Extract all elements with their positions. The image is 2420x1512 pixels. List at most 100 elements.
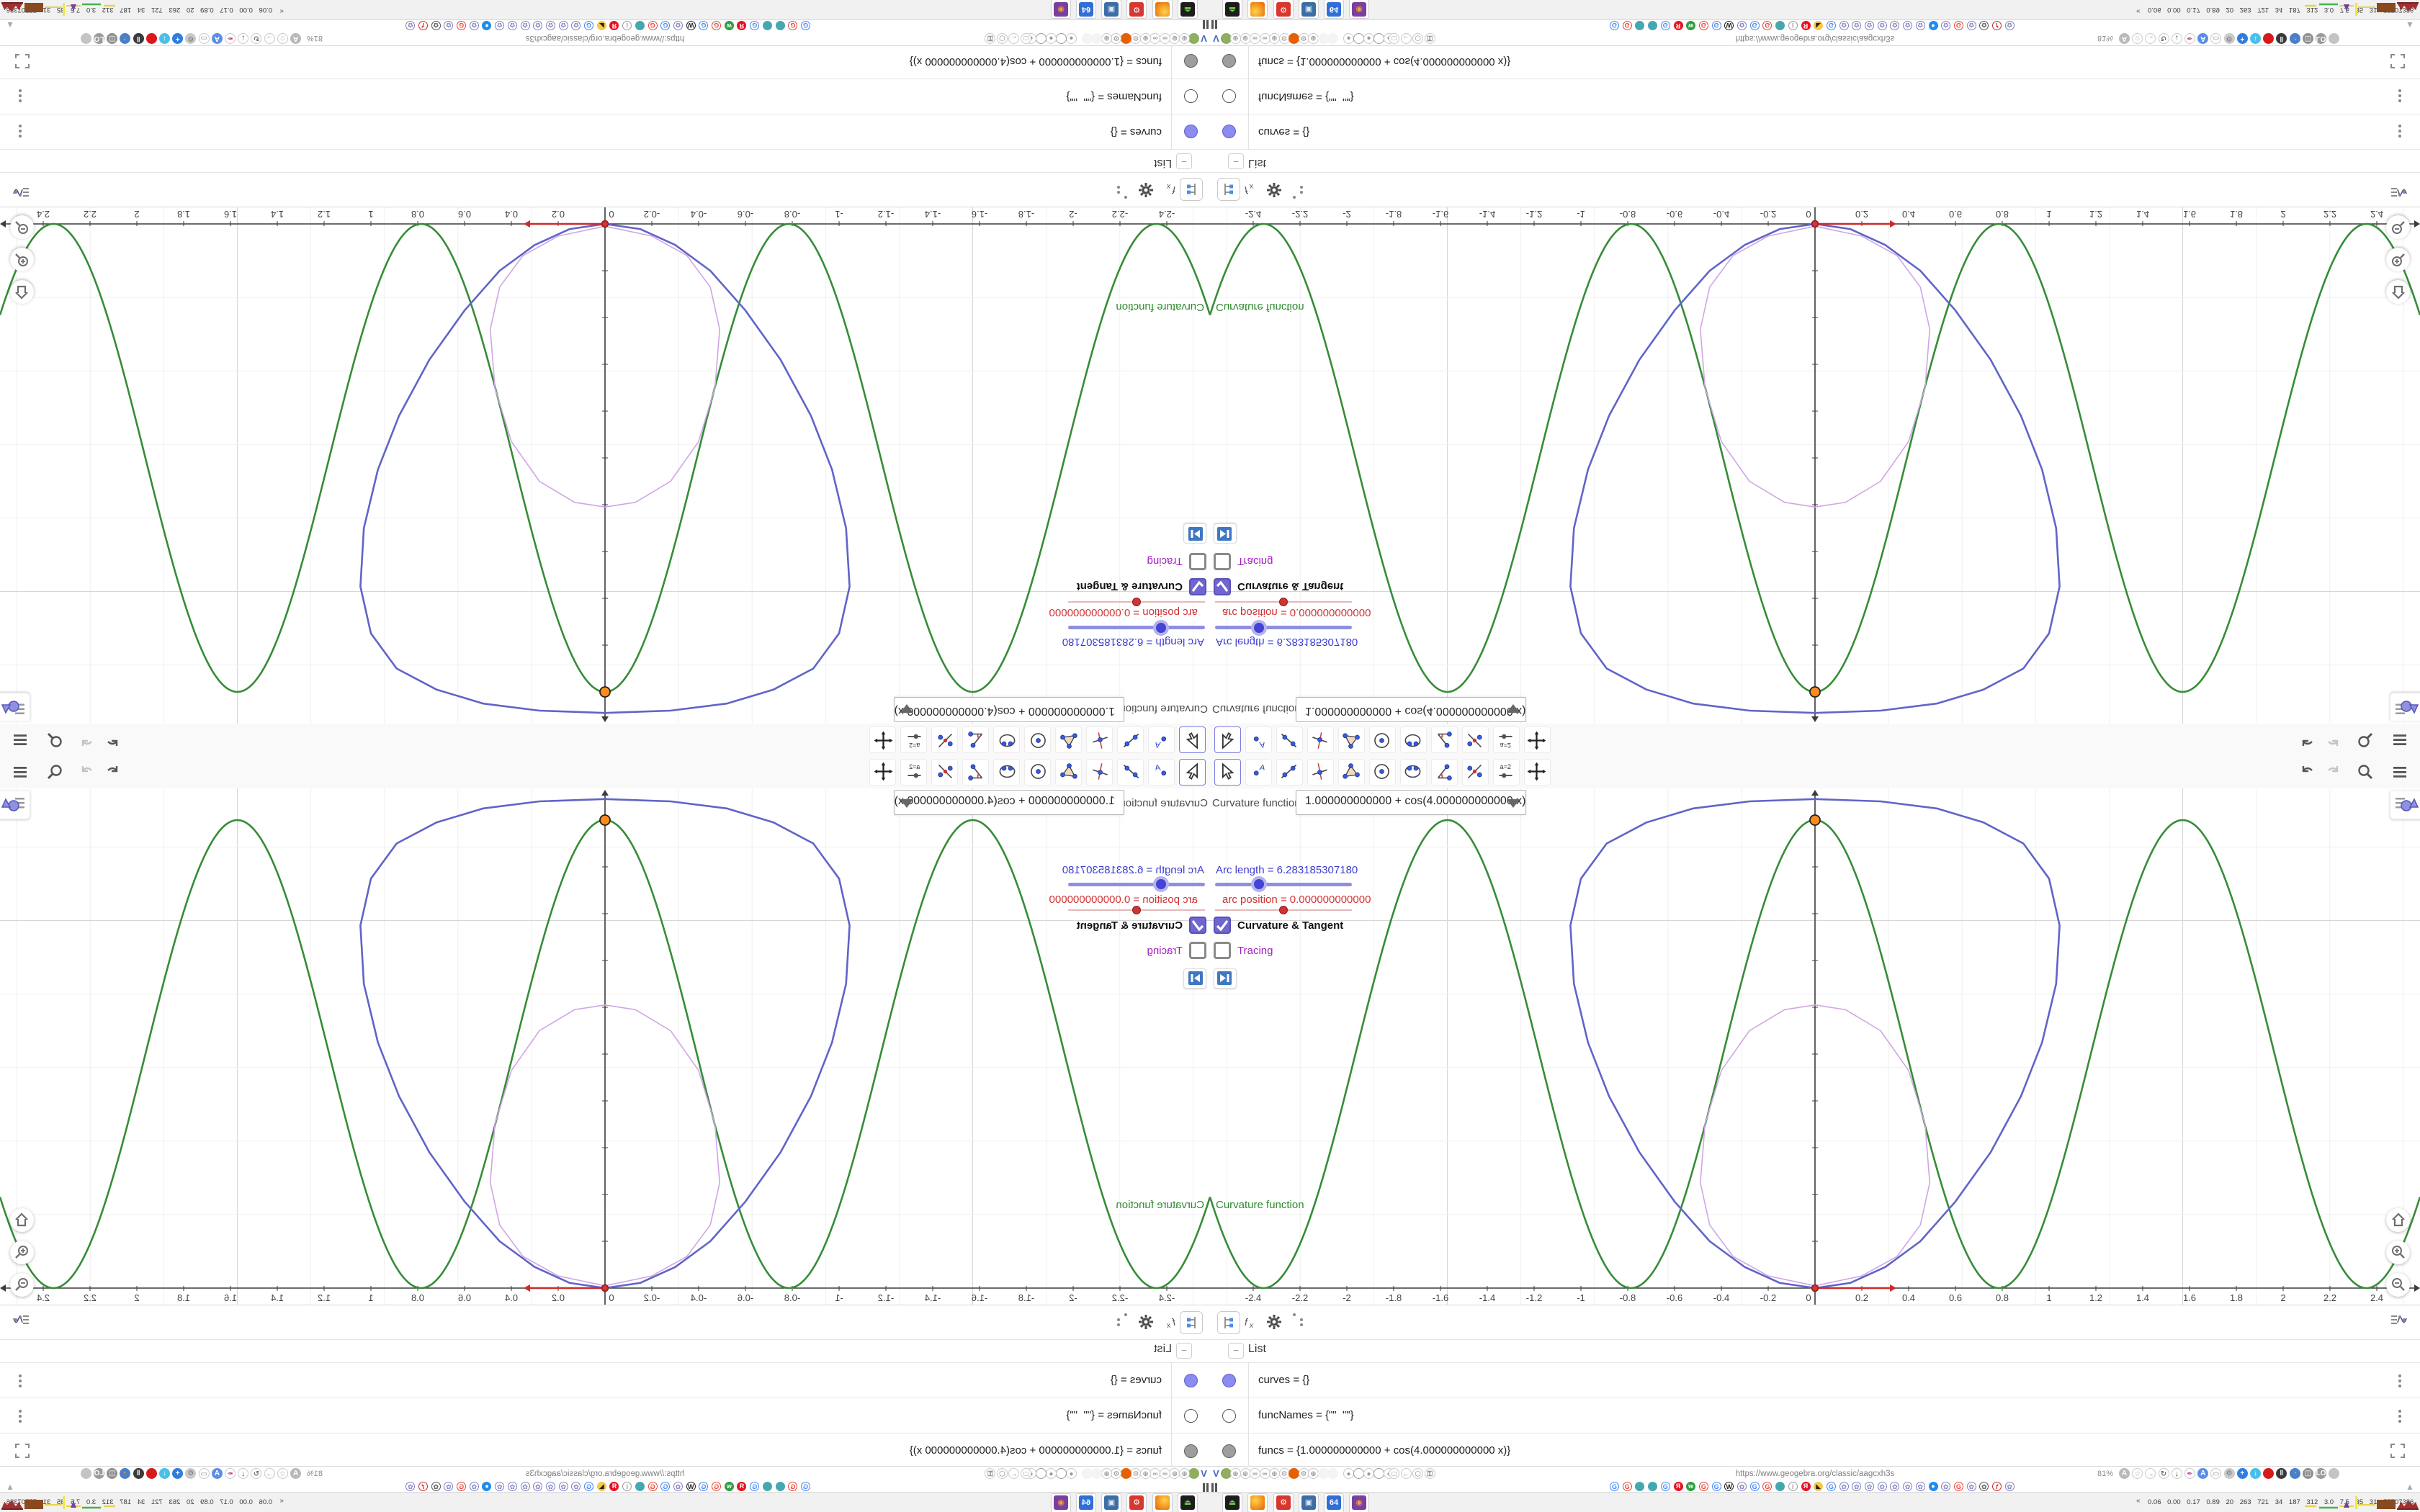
favicon-google-red[interactable]: G: [647, 21, 658, 30]
line-tool[interactable]: [1117, 726, 1144, 753]
firefox-icon[interactable]: [1121, 33, 1131, 44]
launcher-drive-eject[interactable]: ⏏: [1178, 1493, 1198, 1512]
fullscreen-icon[interactable]: [2390, 1443, 2406, 1459]
favicon-ggb-flower[interactable]: ✿: [673, 21, 683, 30]
launcher-screenshot-monitor[interactable]: ▣: [1299, 0, 1319, 19]
favicon-ggb-flower[interactable]: ✿: [507, 1482, 517, 1491]
favicon-ggb-flower[interactable]: ✿: [495, 21, 505, 30]
favicon-ggb-flower[interactable]: ✿: [546, 1482, 555, 1491]
chevron-up-icon[interactable]: ▲: [6, 20, 14, 30]
reader-a-icon[interactable]: A: [2119, 33, 2130, 44]
launcher-floppy-64[interactable]: 64: [1324, 0, 1344, 19]
favicon-google-red[interactable]: G: [712, 21, 722, 30]
tracing-checkbox[interactable]: [1214, 553, 1231, 570]
row-menu-icon[interactable]: [2398, 1410, 2401, 1423]
arc-length-slider-thumb[interactable]: [1153, 620, 1169, 636]
visibility-marble[interactable]: [1184, 125, 1198, 138]
menu-icon[interactable]: [2391, 730, 2410, 749]
step-button[interactable]: [1214, 523, 1237, 544]
graphics-view[interactable]: -2.4 -2.2 -2 -1.8 -1.6 -1.4 -1.2 -1 -0.8 -0.6 -0.4…: [1210, 788, 2420, 1305]
arc-length-slider[interactable]: [1068, 883, 1205, 886]
zoom-out-button[interactable]: [10, 1273, 34, 1297]
visibility-marble[interactable]: [1184, 1409, 1198, 1423]
favicon-teal-orb[interactable]: [1775, 1482, 1785, 1491]
stylebar-toggle-button[interactable]: [0, 693, 30, 721]
square-outline-icon[interactable]: □: [1021, 1468, 1031, 1479]
home-button[interactable]: [2386, 1208, 2410, 1232]
favicon-yandex[interactable]: Я: [1801, 21, 1811, 30]
favicon-green-w[interactable]: w: [1686, 1482, 1696, 1491]
arc-position-slider-thumb[interactable]: [1132, 906, 1141, 914]
archive-gray-icon[interactable]: ◫: [2302, 1468, 2313, 1479]
favicon-ggb-flower[interactable]: ✿: [1737, 21, 1747, 30]
back-arrow-icon[interactable]: ←: [1400, 1468, 1412, 1479]
globe-icon[interactable]: ⊕: [1179, 33, 1190, 44]
favicon-yandex[interactable]: Я: [737, 21, 747, 30]
arc-length-slider[interactable]: [1215, 883, 1352, 886]
algebra-header-gear-icon[interactable]: [1135, 1311, 1157, 1333]
favicon-google-blue[interactable]: G: [801, 1482, 810, 1491]
launcher-firefox[interactable]: [1152, 1493, 1173, 1512]
favicon-google-blue[interactable]: G: [1749, 21, 1760, 30]
forward-arrow-icon[interactable]: →: [264, 33, 275, 44]
row-menu-icon[interactable]: [2398, 1374, 2401, 1387]
algebra-row-funcs[interactable]: funcs = {1.000000000000 + cos(4.00000000…: [1210, 1433, 2420, 1469]
radio-dot-icon[interactable]: ●: [1363, 1468, 1374, 1479]
tray-expand-icon[interactable]: «: [2136, 1497, 2141, 1505]
launcher-screenshot-monitor[interactable]: ▣: [1101, 0, 1121, 19]
circle-tool[interactable]: [1024, 759, 1051, 786]
globe-icon[interactable]: ⊕: [1230, 33, 1241, 44]
zoom-out-button[interactable]: [2386, 215, 2410, 239]
launcher-red-gear[interactable]: ⚙: [1126, 1493, 1147, 1512]
function-selector-dropdown[interactable]: 1.000000000000 + cos(4.000000000000 x): [1296, 790, 1526, 815]
zoom-search-icon[interactable]: [2357, 763, 2375, 782]
color-pen-icon[interactable]: ✒: [225, 1468, 236, 1479]
translate-icon[interactable]: A: [211, 33, 223, 44]
favicon-dark-flower[interactable]: ✿: [431, 21, 441, 30]
favicon-ggb-flower[interactable]: ✿: [673, 1482, 683, 1491]
algebra-view-icon[interactable]: [9, 1311, 30, 1333]
chevron-up-icon[interactable]: ▲: [2406, 1482, 2414, 1492]
zoom-in-button[interactable]: [2386, 1241, 2410, 1264]
favicon-info-gray[interactable]: i: [622, 1482, 632, 1491]
reader-a-icon[interactable]: A: [290, 33, 301, 44]
chevron-up-icon[interactable]: ▲: [6, 1482, 14, 1492]
favicon-chat-blue[interactable]: ●: [1928, 21, 1938, 30]
visibility-marble[interactable]: [1222, 1444, 1236, 1458]
favicon-teal-orb[interactable]: [775, 1482, 785, 1491]
square-outline-icon[interactable]: □: [1021, 33, 1031, 44]
radio-circle-icon[interactable]: [1353, 33, 1364, 44]
star-icon[interactable]: ☆: [277, 1468, 288, 1479]
move-graphics-tool[interactable]: [1524, 759, 1551, 786]
visibility-marble[interactable]: [1222, 89, 1236, 103]
step-button[interactable]: [1183, 968, 1206, 989]
favicon-ggb-flower[interactable]: ✿: [405, 21, 416, 30]
archive-gray-icon[interactable]: ◫: [2302, 33, 2313, 44]
favicon-ggb-flower[interactable]: ✿: [571, 1482, 581, 1491]
favicon-google-blue[interactable]: G: [660, 1482, 671, 1491]
favicon-ggb-flower[interactable]: ✿: [469, 21, 479, 30]
row-menu-icon[interactable]: [19, 1410, 22, 1423]
favicon-ggb-flower[interactable]: ✿: [1865, 1482, 1874, 1491]
reflect-tool[interactable]: [931, 759, 958, 786]
favicon-info-gray[interactable]: i: [1788, 21, 1798, 30]
favicon-google-blue[interactable]: G: [750, 1482, 760, 1491]
favicon-yandex[interactable]: Я: [609, 1482, 619, 1491]
favicon-info-gray[interactable]: i: [1788, 1482, 1798, 1491]
menu-icon[interactable]: [2391, 763, 2410, 782]
launcher-firefox[interactable]: [1247, 0, 1268, 19]
fullscreen-icon[interactable]: [2390, 53, 2406, 69]
favicon-green-w[interactable]: w: [1686, 21, 1696, 30]
row-menu-icon[interactable]: [19, 89, 22, 102]
radio-circle-icon[interactable]: [1373, 33, 1384, 44]
collapse-button[interactable]: −: [1228, 153, 1244, 169]
lo-circle-icon[interactable]: LO: [94, 1468, 104, 1479]
favicon-ggb-flower[interactable]: ✿: [2004, 1482, 2015, 1491]
zoom-search-icon[interactable]: [45, 763, 63, 782]
radio-dot-icon[interactable]: ●: [1046, 1468, 1057, 1479]
shield-outline-icon[interactable]: ⬡: [997, 33, 1008, 44]
cyan-down-icon[interactable]: ↓: [159, 1468, 170, 1479]
move-graphics-tool[interactable]: [869, 726, 896, 753]
favicon-google-red[interactable]: G: [457, 21, 467, 30]
point-tool[interactable]: A: [1245, 726, 1272, 753]
